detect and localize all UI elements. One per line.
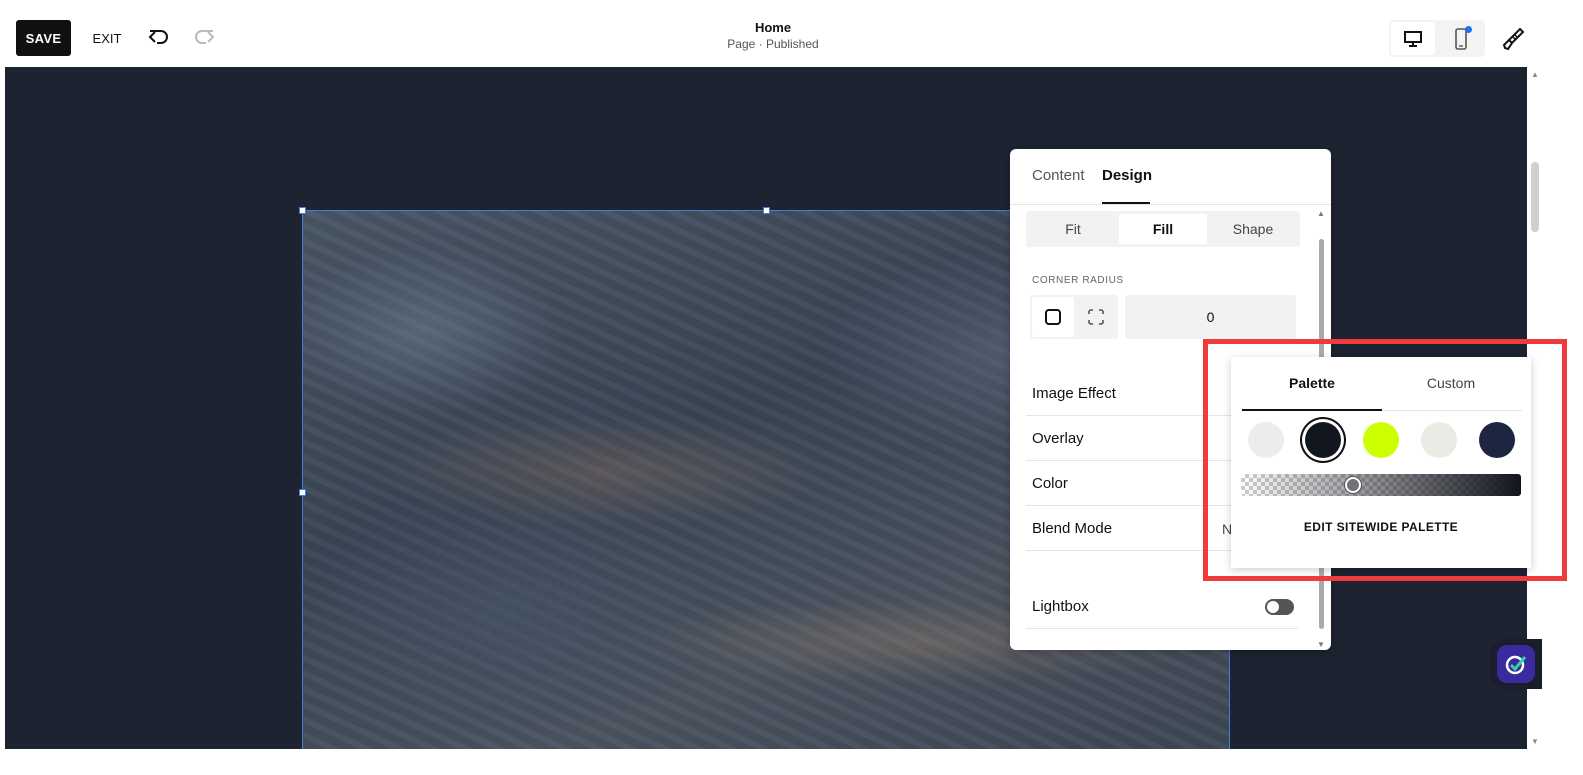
top-toolbar: SAVE EXIT Home Page · Published	[0, 0, 1583, 67]
fit-mode-selector: Fit Fill Shape	[1026, 211, 1300, 247]
tab-design[interactable]: Design	[1102, 167, 1152, 184]
all-corners-icon[interactable]	[1032, 297, 1074, 337]
page-title: Home	[754, 20, 792, 35]
save-button[interactable]: SAVE	[16, 20, 71, 56]
panel-scroll-up-icon[interactable]: ▲	[1317, 209, 1325, 218]
mobile-icon[interactable]	[1439, 22, 1483, 55]
help-widget[interactable]	[1490, 639, 1542, 689]
image-effect-label: Image Effect	[1032, 385, 1116, 402]
exit-button[interactable]: EXIT	[86, 20, 128, 56]
corner-radius-mode	[1030, 295, 1118, 339]
color-label: Color	[1032, 475, 1068, 492]
resize-handle-top[interactable]	[763, 207, 770, 214]
fit-mode-fit[interactable]: Fit	[1029, 214, 1117, 244]
fit-mode-shape[interactable]: Shape	[1209, 214, 1297, 244]
toggle-knob	[1267, 601, 1279, 613]
individual-corners-icon[interactable]	[1076, 297, 1116, 337]
tab-divider	[1010, 204, 1331, 205]
undo-icon[interactable]	[146, 26, 172, 50]
notification-dot	[1465, 26, 1472, 33]
scroll-down-arrow-icon[interactable]: ▼	[1531, 737, 1539, 746]
desktop-icon[interactable]	[1391, 22, 1435, 55]
paintbrush-icon[interactable]	[1498, 24, 1528, 54]
device-toggle	[1389, 20, 1485, 57]
resize-handle-top-left[interactable]	[299, 207, 306, 214]
panel-scroll-down-icon[interactable]: ▼	[1317, 640, 1325, 649]
fit-mode-fill[interactable]: Fill	[1119, 214, 1207, 244]
page-title-group[interactable]: Home Page · Published	[700, 20, 846, 51]
blend-mode-label: Blend Mode	[1032, 520, 1113, 537]
lightbox-row: Lightbox	[1026, 584, 1298, 629]
scroll-up-arrow-icon[interactable]: ▲	[1531, 70, 1539, 79]
checkmark-icon	[1497, 645, 1535, 683]
resize-handle-left[interactable]	[299, 489, 306, 496]
lightbox-toggle[interactable]	[1265, 599, 1294, 615]
page-status: Page · Published	[727, 37, 819, 51]
scrollbar-thumb[interactable]	[1531, 162, 1539, 232]
tab-content[interactable]: Content	[1032, 167, 1085, 184]
overlay-label: Overlay	[1032, 430, 1084, 447]
corner-radius-input[interactable]: 0	[1125, 295, 1296, 339]
highlight-annotation	[1203, 339, 1567, 581]
lightbox-label: Lightbox	[1032, 598, 1089, 615]
corner-radius-label: CORNER RADIUS	[1032, 275, 1124, 286]
redo-icon[interactable]	[191, 26, 217, 50]
